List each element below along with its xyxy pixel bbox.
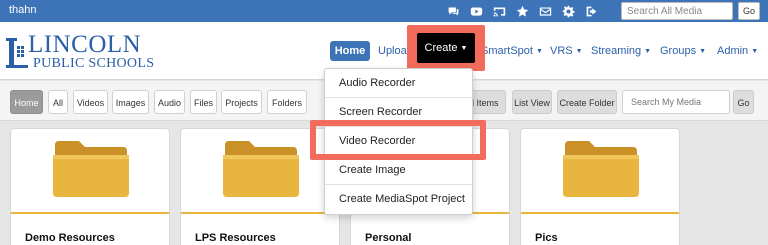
chevron-down-icon: ▼ (699, 48, 707, 55)
folder-card[interactable]: Demo Resources (10, 128, 170, 245)
folder-title[interactable]: Personal (365, 232, 411, 244)
nav-groups-label: Groups (660, 45, 697, 57)
nav-create-button[interactable]: Create ▼ (417, 33, 475, 63)
cast-icon[interactable] (492, 4, 506, 18)
nav-vrs[interactable]: VRS ▼ (550, 41, 583, 61)
menu-item-create-image[interactable]: Create Image (325, 156, 472, 185)
filter-images-button[interactable]: Images (112, 90, 149, 114)
folder-icon (223, 141, 299, 197)
folder-card[interactable]: Pics (520, 128, 680, 245)
folder-icon (563, 141, 639, 197)
chevron-down-icon: ▼ (751, 48, 759, 55)
top-bar: thahn Go (0, 0, 768, 22)
main-nav: Home Upload SmartSpot ▼ VRS ▼ Streaming ▼ G… (0, 41, 768, 61)
mail-icon[interactable] (538, 4, 552, 18)
chevron-down-icon: ▼ (460, 45, 468, 52)
nav-vrs-label: VRS (550, 45, 573, 57)
nav-admin-label: Admin (717, 45, 749, 57)
card-divider (11, 212, 169, 214)
filter-all-button[interactable]: All (48, 90, 68, 114)
youtube-icon[interactable] (469, 4, 483, 18)
menu-item-audio-recorder[interactable]: Audio Recorder (325, 69, 472, 98)
chevron-down-icon: ▼ (575, 48, 583, 55)
filter-projects-button[interactable]: Projects (221, 90, 262, 114)
nav-streaming[interactable]: Streaming ▼ (591, 41, 651, 61)
list-view-button[interactable]: List View (512, 90, 552, 114)
username[interactable]: thahn (9, 4, 37, 16)
filter-home-button[interactable]: Home (10, 90, 43, 114)
filter-audio-button[interactable]: Audio (154, 90, 185, 114)
folder-title[interactable]: Pics (535, 232, 558, 244)
chevron-down-icon: ▼ (644, 48, 652, 55)
top-icon-group (446, 3, 598, 19)
card-divider (521, 212, 679, 214)
my-media-search-input[interactable] (622, 90, 730, 114)
chevron-down-icon: ▼ (535, 48, 543, 55)
folder-title[interactable]: Demo Resources (25, 232, 115, 244)
my-media-search-go-button[interactable]: Go (733, 90, 754, 114)
nav-admin[interactable]: Admin ▼ (717, 41, 758, 61)
chat-icon[interactable] (446, 4, 460, 18)
nav-home[interactable]: Home (330, 41, 370, 61)
create-folder-button[interactable]: Create Folder (557, 90, 617, 114)
nav-streaming-label: Streaming (591, 45, 642, 57)
nav-create-label: Create (424, 42, 458, 54)
star-icon[interactable] (515, 4, 529, 18)
sign-out-icon[interactable] (584, 4, 598, 18)
folder-title[interactable]: LPS Resources (195, 232, 276, 244)
card-divider (181, 212, 339, 214)
menu-item-create-mediaspot-project[interactable]: Create MediaSpot Project (325, 185, 472, 214)
nav-groups[interactable]: Groups ▼ (660, 41, 706, 61)
filter-files-button[interactable]: Files (190, 90, 217, 114)
video-recorder-highlight-box (310, 120, 486, 160)
global-search-go-button[interactable]: Go (738, 2, 760, 20)
nav-smartspot-label: SmartSpot (481, 45, 533, 57)
filter-folders-button[interactable]: Folders (267, 90, 307, 114)
filter-videos-button[interactable]: Videos (73, 90, 108, 114)
nav-smartspot[interactable]: SmartSpot ▼ (481, 41, 543, 61)
gear-icon[interactable] (561, 4, 575, 18)
global-search-input[interactable] (621, 2, 733, 20)
folder-icon (53, 141, 129, 197)
